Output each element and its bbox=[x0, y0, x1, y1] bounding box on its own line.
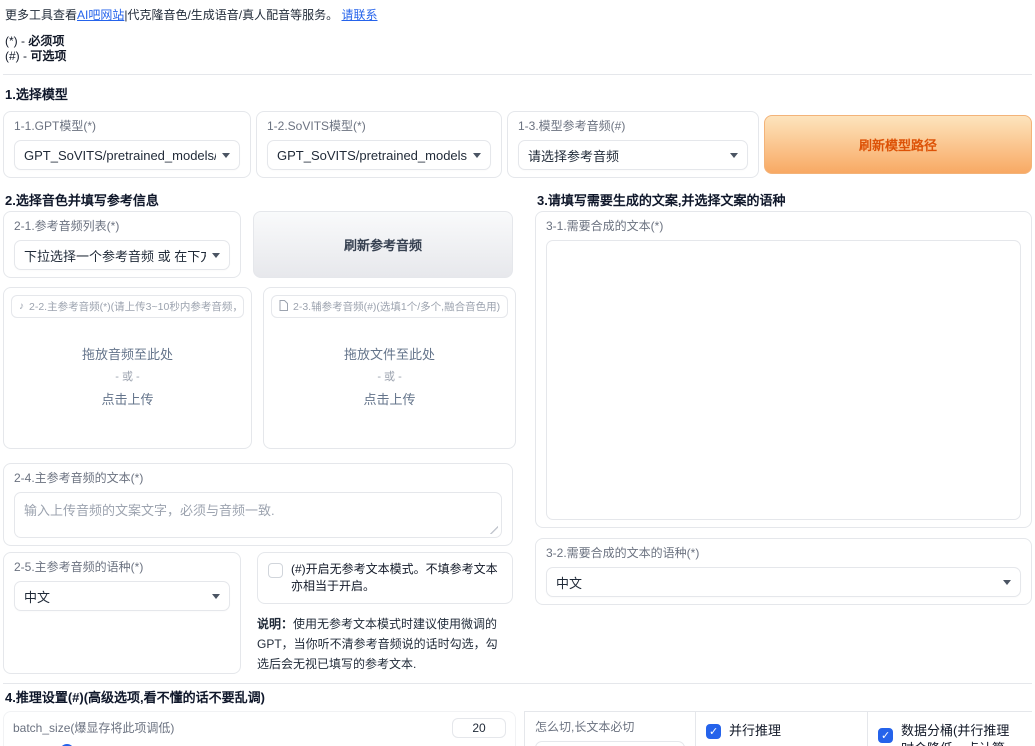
target-text-input[interactable] bbox=[546, 240, 1021, 520]
main-upload-droparea[interactable]: 拖放音频至此处 - 或 - 点击上传 bbox=[4, 344, 251, 408]
section2-column: 2-1.参考音频列表(*) 下拉选择一个参考音频 或 在下方自己上传 刷新参考音… bbox=[3, 211, 513, 674]
target-lang-block: 3-2.需要合成的文本的语种(*) 中文 bbox=[535, 538, 1032, 605]
model-ref-audio-select[interactable]: 请选择参考音频 bbox=[518, 140, 748, 170]
resize-grip-icon[interactable] bbox=[489, 525, 498, 534]
section3-column: 3-1.需要合成的文本(*) 3-2.需要合成的文本的语种(*) 中文 bbox=[535, 211, 1032, 605]
batch-size-input[interactable]: 20 bbox=[452, 718, 506, 738]
topbar: 更多工具查看AI吧网站|代克隆音色/生成语音/真人配音等服务。 请联系 bbox=[3, 6, 1032, 23]
chevron-down-icon bbox=[730, 153, 738, 158]
file-icon bbox=[279, 300, 288, 314]
sliders-column: batch_size(爆显存将此项调低) 20 分段间隔(秒) 0.3 bbox=[3, 711, 516, 746]
gpt-model-block: 1-1.GPT模型(*) GPT_SoVITS/pretrained_model… bbox=[3, 111, 251, 178]
section2-title: 2.选择音色并填写参考信息 bbox=[3, 190, 513, 209]
chevron-down-icon bbox=[212, 253, 220, 258]
lang-and-noref-row: 2-5.主参考音频的语种(*) 中文 (#)开启无参考文本模式。不填参考文本亦相… bbox=[3, 552, 513, 674]
refresh-model-path-button[interactable]: 刷新模型路径 bbox=[764, 115, 1032, 174]
main-ref-audio-upload: ♪ 2-2.主参考音频(*)(请上传3~10秒内参考音频，超过会报错！) 拖放音… bbox=[3, 287, 252, 449]
batch-size-label: batch_size(爆显存将此项调低) bbox=[13, 721, 174, 735]
aux-ref-audio-upload: 2-3.辅参考音频(#)(选填1个/多个,融合音色用) 拖放文件至此处 - 或 … bbox=[263, 287, 516, 449]
contact-link[interactable]: 请联系 bbox=[342, 8, 378, 22]
target-text-block: 3-1.需要合成的文本(*) bbox=[535, 211, 1032, 528]
parallel-label: 并行推理 bbox=[729, 722, 781, 740]
upload-row: ♪ 2-2.主参考音频(*)(请上传3~10秒内参考音频，超过会报错！) 拖放音… bbox=[3, 287, 513, 449]
noref-mode-checkbox[interactable] bbox=[268, 563, 283, 578]
target-lang-label: 3-2.需要合成的文本的语种(*) bbox=[546, 546, 1021, 560]
legend-required: (*) - 必须项 bbox=[5, 34, 1032, 49]
topbar-middle: |代克隆音色/生成语音/真人配音等服务。 bbox=[124, 8, 338, 22]
site-link[interactable]: AI吧网站 bbox=[77, 8, 124, 22]
noref-mode-row: (#)开启无参考文本模式。不填参考文本亦相当于开启。 bbox=[257, 552, 513, 604]
ref-list-row: 2-1.参考音频列表(*) 下拉选择一个参考音频 或 在下方自己上传 刷新参考音… bbox=[3, 211, 513, 278]
refresh-ref-audio-button[interactable]: 刷新参考音频 bbox=[253, 211, 513, 278]
main-ref-text-input[interactable]: 输入上传音频的文案文字，必须与音频一致. bbox=[14, 492, 502, 538]
target-lang-select[interactable]: 中文 bbox=[546, 567, 1021, 597]
options-row-1: 怎么切,长文本必切 凑四句一切 并行推理 bbox=[525, 712, 1032, 746]
legend: (*) - 必须项 (#) - 可选项 bbox=[3, 34, 1032, 64]
ref-list-select[interactable]: 下拉选择一个参考音频 或 在下方自己上传 bbox=[14, 240, 230, 270]
section1-title: 1.选择模型 bbox=[3, 84, 1032, 103]
music-note-icon: ♪ bbox=[19, 302, 24, 312]
gpt-model-select[interactable]: GPT_SoVITS/pretrained_models/s1bert25hz-… bbox=[14, 140, 240, 170]
model-ref-audio-label: 1-3.模型参考音频(#) bbox=[518, 119, 748, 133]
noref-mode-label: (#)开启无参考文本模式。不填参考文本亦相当于开启。 bbox=[291, 561, 502, 595]
ref-list-label: 2-1.参考音频列表(*) bbox=[14, 219, 230, 233]
sovits-model-label: 1-2.SoVITS模型(*) bbox=[267, 119, 491, 133]
ref-list-block: 2-1.参考音频列表(*) 下拉选择一个参考音频 或 在下方自己上传 bbox=[3, 211, 241, 278]
aux-upload-droparea[interactable]: 拖放文件至此处 - 或 - 点击上传 bbox=[264, 344, 515, 408]
bucket-label: 数据分桶(并行推理时会降低一点计算量) bbox=[901, 722, 1022, 746]
bucket-checkbox[interactable] bbox=[878, 728, 893, 743]
app-page: 更多工具查看AI吧网站|代克隆音色/生成语音/真人配音等服务。 请联系 (*) … bbox=[0, 0, 1035, 746]
chevron-down-icon bbox=[473, 153, 481, 158]
target-text-label: 3-1.需要合成的文本(*) bbox=[546, 219, 1021, 233]
topbar-prefix: 更多工具查看 bbox=[5, 8, 77, 22]
cut-method-cell: 怎么切,长文本必切 凑四句一切 bbox=[525, 712, 695, 746]
parallel-checkbox[interactable] bbox=[706, 724, 721, 739]
divider bbox=[3, 74, 1032, 75]
bucket-cell: 数据分桶(并行推理时会降低一点计算量) bbox=[867, 712, 1032, 746]
main-columns: 2-1.参考音频列表(*) 下拉选择一个参考音频 或 在下方自己上传 刷新参考音… bbox=[3, 211, 1032, 674]
main-ref-lang-block: 2-5.主参考音频的语种(*) 中文 bbox=[3, 552, 241, 674]
chevron-down-icon bbox=[212, 594, 220, 599]
main-ref-text-block: 2-4.主参考音频的文本(*) 输入上传音频的文案文字，必须与音频一致. bbox=[3, 463, 513, 546]
main-ref-text-label: 2-4.主参考音频的文本(*) bbox=[14, 471, 502, 485]
section4-title: 4.推理设置(#)(高级选项,看不懂的话不要乱调) bbox=[3, 687, 1032, 706]
model-ref-audio-block: 1-3.模型参考音频(#) 请选择参考音频 bbox=[507, 111, 759, 178]
main-upload-label: ♪ 2-2.主参考音频(*)(请上传3~10秒内参考音频，超过会报错！) bbox=[11, 295, 244, 318]
batch-size-block: batch_size(爆显存将此项调低) 20 bbox=[3, 711, 516, 746]
sovits-model-block: 1-2.SoVITS模型(*) GPT_SoVITS/pretrained_mo… bbox=[256, 111, 502, 178]
noref-note: 说明：使用无参考文本模式时建议使用微调的GPT，当你听不清参考音频说的话时勾选，… bbox=[257, 614, 513, 674]
gpt-model-label: 1-1.GPT模型(*) bbox=[14, 119, 240, 133]
section-headings: 2.选择音色并填写参考信息 3.请填写需要生成的文案,并选择文案的语种 bbox=[3, 190, 1032, 209]
legend-optional: (#) - 可选项 bbox=[5, 49, 1032, 64]
cut-method-select[interactable]: 凑四句一切 bbox=[535, 741, 685, 746]
model-row: 1-1.GPT模型(*) GPT_SoVITS/pretrained_model… bbox=[3, 111, 1032, 178]
noref-column: (#)开启无参考文本模式。不填参考文本亦相当于开启。 说明：使用无参考文本模式时… bbox=[257, 552, 513, 674]
chevron-down-icon bbox=[222, 153, 230, 158]
main-ref-lang-select[interactable]: 中文 bbox=[14, 581, 230, 611]
options-table: 怎么切,长文本必切 凑四句一切 并行推理 bbox=[524, 711, 1032, 746]
main-ref-lang-label: 2-5.主参考音频的语种(*) bbox=[14, 560, 230, 574]
parallel-cell: 并行推理 bbox=[695, 712, 867, 746]
section4: 4.推理设置(#)(高级选项,看不懂的话不要乱调) batch_size(爆显存… bbox=[3, 683, 1032, 746]
aux-upload-label: 2-3.辅参考音频(#)(选填1个/多个,融合音色用) bbox=[271, 295, 508, 318]
section4-grid: batch_size(爆显存将此项调低) 20 分段间隔(秒) 0.3 bbox=[3, 711, 1032, 746]
section3-title: 3.请填写需要生成的文案,并选择文案的语种 bbox=[535, 190, 1032, 209]
chevron-down-icon bbox=[1003, 580, 1011, 585]
cut-method-label: 怎么切,长文本必切 bbox=[535, 720, 685, 734]
sovits-model-select[interactable]: GPT_SoVITS/pretrained_models/s2G488k.pth bbox=[267, 140, 491, 170]
